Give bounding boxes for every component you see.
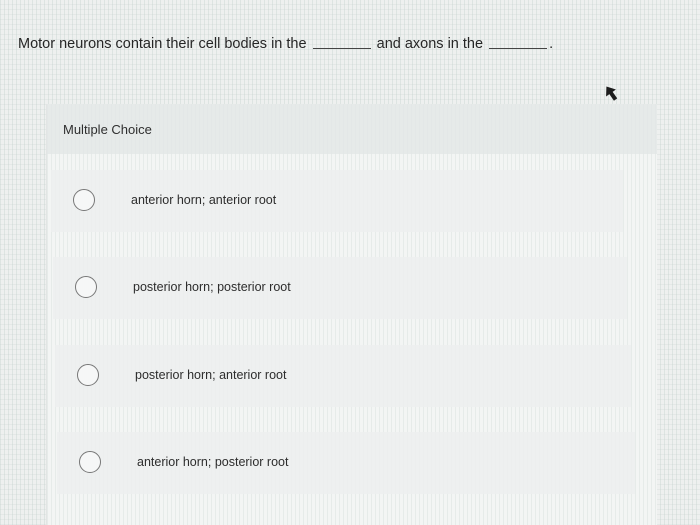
question-part-2: and axons in the	[376, 36, 484, 52]
radio-unselected-icon[interactable]	[73, 189, 95, 211]
multiple-choice-title: Multiple Choice	[63, 122, 152, 137]
answer-option-4[interactable]: anterior horn; posterior root	[57, 432, 635, 494]
radio-unselected-icon[interactable]	[79, 451, 101, 473]
answer-option-label: anterior horn; anterior root	[131, 193, 277, 207]
multiple-choice-panel: Multiple Choice anterior horn; anterior …	[46, 104, 657, 525]
answer-option-1[interactable]: anterior horn; anterior root	[51, 170, 623, 232]
question-part-1: Motor neurons contain their cell bodies …	[18, 36, 307, 52]
answer-option-2[interactable]: posterior horn; posterior root	[53, 257, 627, 319]
answer-option-label: posterior horn; anterior root	[135, 368, 287, 382]
radio-unselected-icon[interactable]	[77, 364, 99, 386]
radio-unselected-icon[interactable]	[75, 276, 97, 298]
answer-blank-2	[489, 48, 548, 49]
answer-option-label: anterior horn; posterior root	[137, 455, 289, 469]
mouse-pointer-icon	[604, 84, 618, 102]
multiple-choice-header: Multiple Choice	[47, 104, 657, 154]
answer-blank-1	[312, 48, 371, 49]
answer-option-label: posterior horn; posterior root	[133, 280, 291, 294]
question-end: .	[549, 36, 554, 52]
question-text: Motor neurons contain their cell bodies …	[18, 36, 553, 52]
answer-option-3[interactable]: posterior horn; anterior root	[55, 345, 631, 407]
